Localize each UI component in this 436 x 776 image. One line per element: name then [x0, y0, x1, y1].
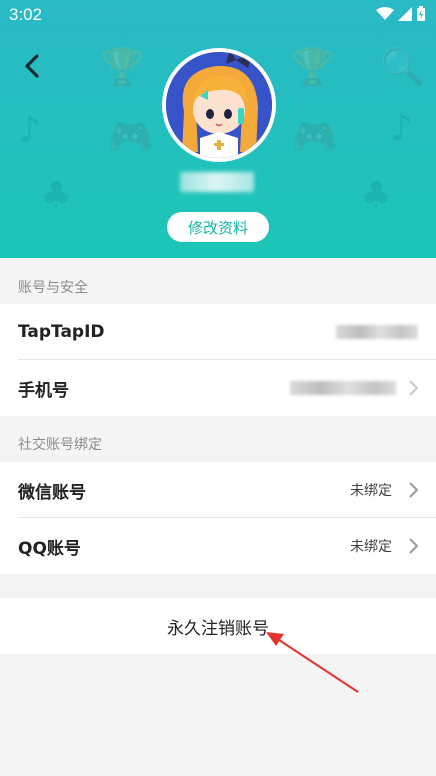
chevron-right-icon: [409, 482, 419, 498]
delete-account-button[interactable]: 永久注销账号: [0, 598, 436, 654]
row-label: QQ账号: [18, 538, 81, 559]
section-title-account-security: 账号与安全: [18, 280, 88, 296]
music-note-icon: ♪: [390, 108, 413, 149]
delete-account-label: 永久注销账号: [167, 618, 269, 639]
section-title-social-binding: 社交账号绑定: [18, 437, 102, 453]
row-label: 手机号: [18, 380, 69, 401]
search-icon: 🔍: [380, 47, 425, 88]
gamepad-icon: 🎮: [292, 117, 337, 158]
binding-status: 未绑定: [350, 539, 392, 555]
taptap-id-blurred-value: [336, 325, 418, 339]
binding-status: 未绑定: [350, 483, 392, 499]
row-label: 微信账号: [18, 482, 86, 503]
gamepad-icon: 🎮: [108, 117, 153, 158]
chevron-right-icon: [409, 380, 419, 396]
music-note-icon: ♪: [18, 110, 41, 151]
profile-header: 🏆 🏆 🔍 ♪ 🎮 🎮 ♪ ♣ ♣ 3:02 修改资料: [0, 0, 436, 258]
row-label: TapTapID: [18, 322, 105, 342]
battery-icon: [417, 6, 425, 21]
row-phone-number[interactable]: 手机号: [0, 360, 436, 416]
row-wechat-account[interactable]: 微信账号 未绑定: [0, 462, 436, 518]
phone-blurred-value: [290, 381, 396, 395]
edit-profile-button[interactable]: 修改资料: [167, 212, 269, 242]
status-icons: [376, 6, 426, 22]
wifi-icon: [376, 7, 394, 20]
trophy-icon: 🏆: [290, 47, 335, 88]
clover-icon: ♣: [360, 175, 393, 216]
status-time: 3:02: [9, 5, 43, 24]
chevron-right-icon: [409, 538, 419, 554]
chevron-left-icon: [25, 54, 39, 78]
trophy-icon: 🏆: [100, 47, 145, 88]
avatar-character-image: [166, 52, 272, 158]
status-bar: 3:02: [0, 0, 436, 30]
clover-icon: ♣: [40, 175, 73, 216]
row-taptap-id[interactable]: TapTapID: [0, 304, 436, 360]
avatar[interactable]: [162, 48, 276, 162]
signal-icon: [398, 7, 412, 21]
row-qq-account[interactable]: QQ账号 未绑定: [0, 518, 436, 574]
back-button[interactable]: [14, 48, 50, 84]
username-blurred: [180, 172, 254, 192]
